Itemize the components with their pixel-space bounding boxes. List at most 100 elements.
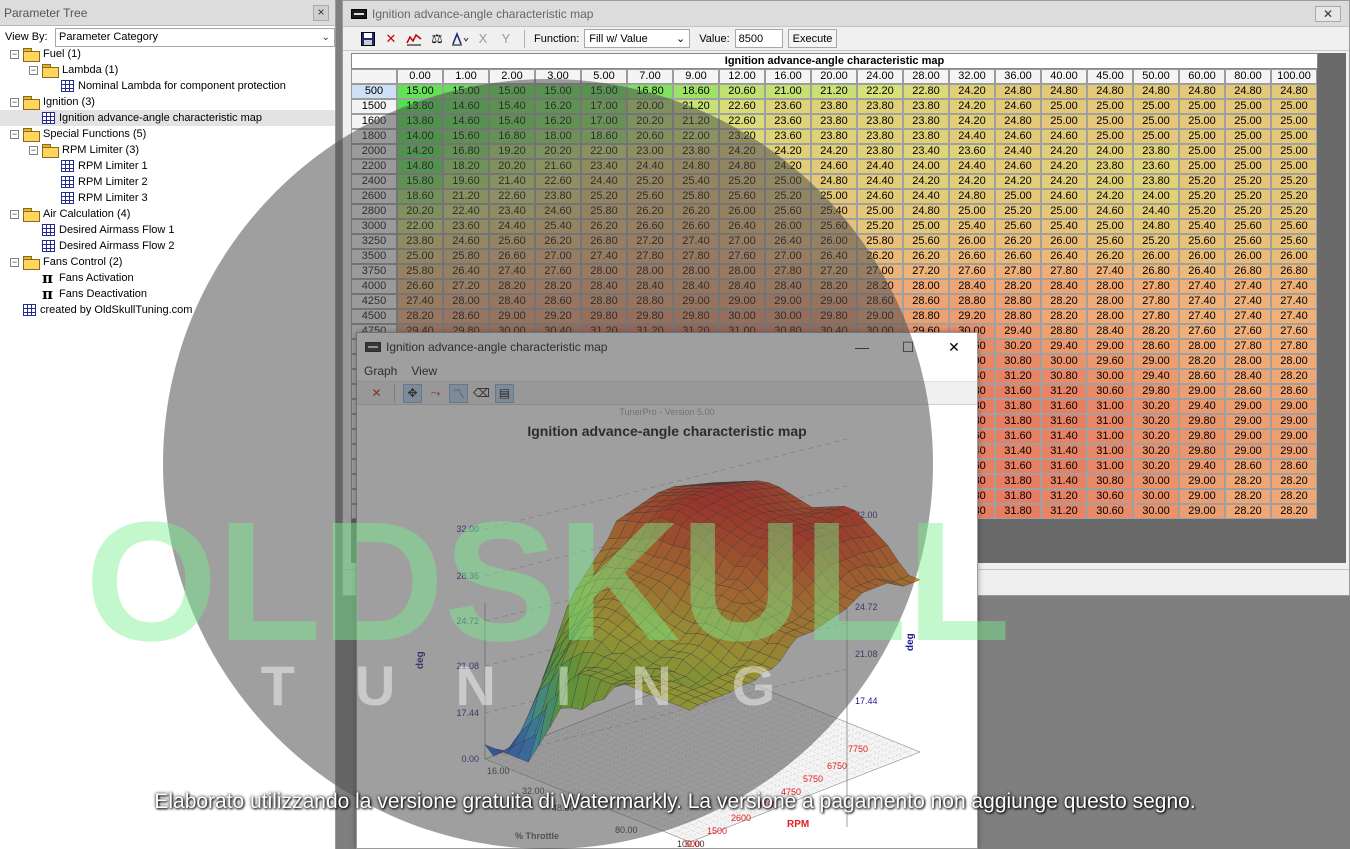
table-cell[interactable]: 20.00	[627, 99, 673, 114]
table-cell[interactable]: 30.20	[1133, 399, 1179, 414]
table-cell[interactable]: 18.00	[535, 129, 581, 144]
table-cell[interactable]: 25.20	[1225, 174, 1271, 189]
table-cell[interactable]: 29.00	[1271, 414, 1317, 429]
table-cell[interactable]: 25.60	[765, 204, 811, 219]
table-cell[interactable]: 24.60	[811, 159, 857, 174]
table-cell[interactable]: 27.40	[1179, 279, 1225, 294]
balance-icon[interactable]: ⚖	[428, 30, 446, 48]
table-cell[interactable]: 22.00	[397, 219, 443, 234]
table-cell[interactable]: 28.80	[995, 294, 1041, 309]
table-cell[interactable]: 29.80	[673, 309, 719, 324]
table-cell[interactable]: 29.80	[581, 309, 627, 324]
table-cell[interactable]: 26.00	[765, 219, 811, 234]
table-cell[interactable]: 16.20	[535, 99, 581, 114]
table-cell[interactable]: 29.20	[535, 309, 581, 324]
value-input[interactable]: 8500	[734, 29, 783, 48]
table-cell[interactable]: 28.60	[1225, 384, 1271, 399]
table-cell[interactable]: 20.20	[489, 159, 535, 174]
table-cell[interactable]: 28.20	[1225, 474, 1271, 489]
tree-item[interactable]: − Fans Control (2)	[0, 254, 335, 270]
table-cell[interactable]: 31.60	[1041, 399, 1087, 414]
table-cell[interactable]: 29.00	[1271, 444, 1317, 459]
table-cell[interactable]: 15.40	[489, 114, 535, 129]
table-cell[interactable]: 29.80	[1179, 429, 1225, 444]
table-cell[interactable]: 28.60	[1179, 369, 1225, 384]
table-cell[interactable]: 27.80	[1225, 339, 1271, 354]
table-cell[interactable]: 26.80	[581, 234, 627, 249]
table-cell[interactable]: 15.00	[443, 84, 489, 99]
table-cell[interactable]: 28.80	[949, 294, 995, 309]
table-cell[interactable]: 26.00	[1271, 249, 1317, 264]
table-cell[interactable]: 23.60	[949, 144, 995, 159]
table-cell[interactable]: 23.40	[581, 159, 627, 174]
tree-item[interactable]: − RPM Limiter (3)	[0, 142, 335, 158]
table-cell[interactable]: 30.00	[719, 309, 765, 324]
table-cell[interactable]: 25.00	[1087, 114, 1133, 129]
table-cell[interactable]: 25.40	[949, 219, 995, 234]
table-cell[interactable]: 15.40	[489, 99, 535, 114]
tree-item[interactable]: − Ignition (3)	[0, 94, 335, 110]
table-cell[interactable]: 28.40	[719, 279, 765, 294]
table-cell[interactable]: 29.00	[811, 294, 857, 309]
table-cell[interactable]: 28.40	[1041, 279, 1087, 294]
table-cell[interactable]: 28.40	[1225, 369, 1271, 384]
table-cell[interactable]: 15.60	[443, 129, 489, 144]
table-cell[interactable]: 14.60	[443, 99, 489, 114]
table-cell[interactable]: 26.40	[443, 264, 489, 279]
y-axis-icon[interactable]: Y	[497, 30, 515, 48]
table-cell[interactable]: 27.60	[719, 249, 765, 264]
table-cell[interactable]: 28.00	[903, 279, 949, 294]
row-header[interactable]: 1600	[351, 114, 397, 129]
table-cell[interactable]: 25.00	[1041, 204, 1087, 219]
table-cell[interactable]: 26.00	[1041, 234, 1087, 249]
table-cell[interactable]: 25.60	[489, 234, 535, 249]
table-cell[interactable]: 29.00	[1225, 414, 1271, 429]
table-cell[interactable]: 25.80	[443, 249, 489, 264]
table-cell[interactable]: 22.80	[903, 84, 949, 99]
table-cell[interactable]: 23.80	[397, 234, 443, 249]
table-cell[interactable]: 23.80	[1133, 174, 1179, 189]
table-cell[interactable]: 25.00	[1179, 114, 1225, 129]
table-cell[interactable]: 19.60	[443, 174, 489, 189]
table-cell[interactable]: 29.00	[1087, 339, 1133, 354]
column-header[interactable]: 5.00	[581, 69, 627, 84]
table-cell[interactable]: 24.40	[995, 144, 1041, 159]
table-cell[interactable]: 25.20	[1179, 204, 1225, 219]
table-cell[interactable]: 29.40	[1179, 459, 1225, 474]
table-cell[interactable]: 25.00	[1087, 129, 1133, 144]
table-cell[interactable]: 25.00	[1271, 129, 1317, 144]
table-cell[interactable]: 25.00	[1179, 129, 1225, 144]
table-cell[interactable]: 27.40	[1271, 294, 1317, 309]
table-cell[interactable]: 28.80	[581, 294, 627, 309]
table-cell[interactable]: 29.80	[1179, 444, 1225, 459]
table-cell[interactable]: 30.20	[1133, 444, 1179, 459]
table-cell[interactable]: 31.40	[1041, 474, 1087, 489]
table-cell[interactable]: 29.00	[1225, 399, 1271, 414]
table-cell[interactable]: 26.60	[995, 249, 1041, 264]
menu-view[interactable]: View	[411, 364, 437, 378]
table-cell[interactable]: 25.80	[857, 234, 903, 249]
table-cell[interactable]: 28.00	[1179, 339, 1225, 354]
table-cell[interactable]: 25.60	[811, 219, 857, 234]
table-cell[interactable]: 25.40	[1179, 219, 1225, 234]
table-cell[interactable]: 24.20	[995, 174, 1041, 189]
table-cell[interactable]: 25.00	[1133, 99, 1179, 114]
table-cell[interactable]: 25.00	[1179, 159, 1225, 174]
table-cell[interactable]: 29.00	[1179, 384, 1225, 399]
table-cell[interactable]: 26.20	[535, 234, 581, 249]
table-cell[interactable]: 28.20	[397, 309, 443, 324]
table-cell[interactable]: 29.00	[489, 309, 535, 324]
tree-item[interactable]: − Fuel (1)	[0, 46, 335, 62]
table-cell[interactable]: 27.80	[1133, 294, 1179, 309]
table-cell[interactable]: 25.00	[397, 249, 443, 264]
column-header[interactable]: 60.00	[1179, 69, 1225, 84]
table-cell[interactable]: 21.20	[673, 99, 719, 114]
table-cell[interactable]: 21.20	[673, 114, 719, 129]
table-cell[interactable]: 27.80	[995, 264, 1041, 279]
table-cell[interactable]: 28.20	[1271, 474, 1317, 489]
table-cell[interactable]: 27.40	[581, 249, 627, 264]
function-select[interactable]: Fill w/ Value ⌄	[584, 29, 691, 48]
table-cell[interactable]: 15.00	[535, 84, 581, 99]
table-cell[interactable]: 25.00	[1225, 114, 1271, 129]
table-cell[interactable]: 13.80	[397, 99, 443, 114]
